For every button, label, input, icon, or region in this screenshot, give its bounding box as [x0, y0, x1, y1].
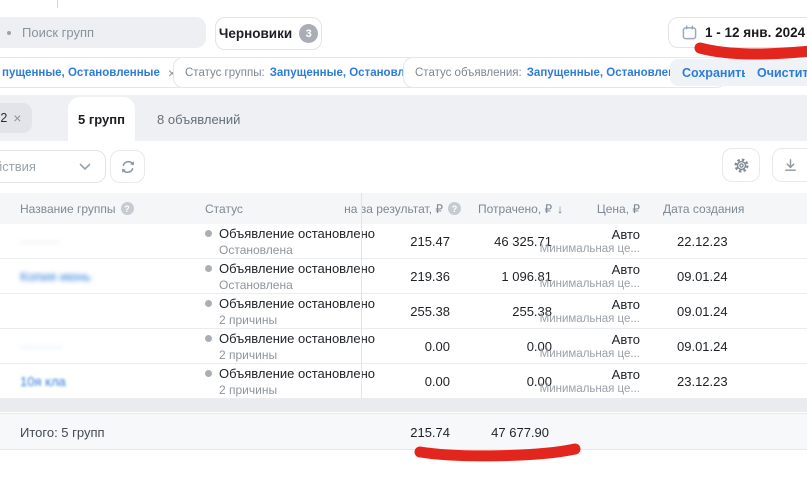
- totals-row: Итого: 5 групп 215.74 47 677.90: [0, 413, 807, 450]
- status-dot-icon: [205, 265, 212, 272]
- drafts-button[interactable]: Черновики 3: [215, 17, 322, 50]
- totals-label: Итого: 5 групп: [20, 425, 105, 440]
- status-cell: Объявление остановлено Остановлена: [205, 224, 375, 258]
- horizontal-scrollbar[interactable]: [0, 399, 807, 412]
- price-cell: Авто Минимальная це...: [540, 224, 640, 258]
- tab-groups[interactable]: 5 групп: [68, 97, 135, 141]
- search-icon: [7, 31, 11, 35]
- result-price-cell: 215.47: [410, 224, 450, 258]
- help-icon[interactable]: ?: [121, 202, 134, 215]
- created-cell: 09.01.24: [677, 259, 728, 293]
- drafts-label: Черновики: [219, 26, 292, 41]
- group-name-link[interactable]: 10я кла: [20, 364, 66, 398]
- status-cell: Объявление остановлено 2 причины: [205, 294, 375, 328]
- gear-icon: [733, 157, 750, 174]
- date-underline-annotation: [700, 48, 807, 54]
- substatus: Остановлена: [219, 243, 375, 257]
- created-cell: 09.01.24: [677, 294, 728, 328]
- price-cell: Авто Минимальная це...: [540, 364, 640, 398]
- filter-label: Статус объявления:: [415, 67, 522, 79]
- price-cell: Авто Минимальная це...: [540, 329, 640, 363]
- date-range-picker[interactable]: 1 - 12 янв. 2024: [668, 17, 807, 48]
- close-icon[interactable]: ×: [13, 110, 21, 126]
- created-cell: 09.01.24: [677, 329, 728, 363]
- totals-result-price: 215.74: [410, 425, 450, 440]
- drafts-count-badge: 3: [299, 24, 318, 43]
- frozen-column-divider: [361, 193, 362, 399]
- table-settings-button[interactable]: [722, 148, 760, 182]
- price-cell: Авто Минимальная це...: [540, 294, 640, 328]
- column-header-name[interactable]: Название группы ?: [20, 193, 134, 224]
- status-dot-icon: [205, 300, 212, 307]
- status-cell: Объявление остановлено 2 причины: [205, 329, 375, 363]
- table-header: Название группы ? Статус на за результат…: [0, 193, 807, 225]
- totals-underline-annotation: [420, 449, 575, 456]
- column-header-created[interactable]: Дата создания: [663, 193, 744, 224]
- export-button[interactable]: [772, 148, 807, 182]
- table-row: ·········· Объявление остановлено 2 прич…: [0, 329, 807, 364]
- table-row: 10я кла Объявление остановлено 2 причины…: [0, 364, 807, 399]
- result-price-cell: 255.38: [410, 294, 450, 328]
- refresh-button[interactable]: [110, 150, 145, 183]
- result-price-cell: 0.00: [425, 329, 450, 363]
- substatus: 2 причины: [219, 348, 375, 362]
- result-price-cell: 219.36: [410, 259, 450, 293]
- created-cell: 23.12.23: [677, 364, 728, 398]
- substatus: 2 причины: [219, 383, 375, 397]
- column-header-status[interactable]: Статус: [205, 193, 243, 224]
- group-name-link[interactable]: ··········: [20, 329, 63, 363]
- search-input[interactable]: [20, 24, 194, 41]
- substatus: Остановлена: [219, 278, 375, 292]
- group-search-field[interactable]: [0, 17, 206, 48]
- actions-label: Действия: [0, 159, 36, 174]
- status-dot-icon: [205, 335, 212, 342]
- calendar-icon: [682, 25, 697, 40]
- table-row: Копия июнь Объявление остановлено Остано…: [0, 259, 807, 294]
- group-name-link[interactable]: ·········: [20, 224, 59, 258]
- clear-filters-button[interactable]: Очистить: [745, 59, 807, 86]
- price-cell: Авто Минимальная це...: [540, 259, 640, 293]
- chevron-down-icon: [79, 163, 91, 171]
- help-icon[interactable]: ?: [448, 202, 461, 215]
- refresh-icon: [120, 159, 136, 175]
- table-row: ········· Объявление остановлено Останов…: [0, 224, 807, 259]
- group-name-link[interactable]: Копия июнь: [20, 259, 91, 293]
- totals-spent: 47 677.90: [491, 425, 549, 440]
- filter-chip-campaign-status[interactable]: пущенные, Остановленные ×: [0, 57, 188, 88]
- result-price-cell: 0.00: [425, 364, 450, 398]
- table-row: Объявление остановлено 2 причины 255.38 …: [0, 294, 807, 329]
- substatus: 2 причины: [219, 313, 375, 327]
- status-cell: Объявление остановлено 2 причины: [205, 364, 375, 398]
- ads-groups-screen: Черновики 3 1 - 12 янв. 2024 пущенные, О…: [0, 0, 807, 487]
- created-cell: 22.12.23: [677, 224, 728, 258]
- actions-dropdown[interactable]: Действия: [0, 150, 106, 183]
- download-icon: [783, 158, 798, 173]
- selected-items-label: но 2: [0, 111, 7, 125]
- filter-label: Статус группы:: [185, 67, 265, 79]
- date-range-value: 1 - 12 янв. 2024: [705, 25, 805, 40]
- status-cell: Объявление остановлено Остановлена: [205, 259, 375, 293]
- selected-items-chip[interactable]: но 2 ×: [0, 103, 32, 133]
- column-header-price[interactable]: Цена, ₽: [597, 193, 640, 224]
- filter-value: пущенные, Остановленные: [2, 67, 160, 79]
- status-dot-icon: [205, 230, 212, 237]
- status-dot-icon: [205, 370, 212, 377]
- cropped-edge-line: [57, 0, 58, 8]
- tab-ads[interactable]: 8 объявлений: [143, 97, 254, 141]
- column-header-spent[interactable]: Потрачено, ₽ ↓: [478, 193, 563, 224]
- sort-desc-icon[interactable]: ↓: [557, 202, 563, 216]
